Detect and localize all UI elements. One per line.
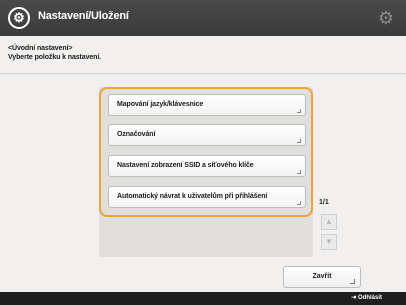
page-counter: 1/1 xyxy=(319,199,329,206)
logout-button[interactable]: ⇥ Odhlásit xyxy=(351,294,382,301)
scroll-up-button[interactable]: ▲ xyxy=(321,214,337,230)
logout-icon: ⇥ xyxy=(351,295,358,301)
corner-mark-icon xyxy=(297,109,301,113)
corner-mark-icon xyxy=(297,201,301,205)
corner-mark-icon xyxy=(350,279,355,284)
gear-icon[interactable]: ⚙ xyxy=(376,8,396,28)
breadcrumb: <Úvodní nastavení> Vyberte položku k nas… xyxy=(8,44,101,62)
list-item-keyboard-mapping[interactable]: Mapování jazyk/klávesnice xyxy=(108,94,306,116)
settings-circle-icon: ⚙ xyxy=(8,7,30,29)
divider xyxy=(0,73,406,74)
list-item-ssid-display[interactable]: Nastavení zobrazení SSID a síťového klíč… xyxy=(108,155,306,177)
list-item-label: Nastavení zobrazení SSID a síťového klíč… xyxy=(117,162,254,169)
scroll-down-button[interactable]: ▼ xyxy=(321,234,337,250)
triangle-up-icon: ▲ xyxy=(325,217,333,226)
title-bar: ⚙ Nastavení/Uložení ⚙ xyxy=(0,0,406,36)
corner-mark-icon xyxy=(297,139,301,143)
breadcrumb-instruction: Vyberte položku k nastavení. xyxy=(8,54,102,61)
list-item-label: Mapování jazyk/klávesnice xyxy=(117,101,204,108)
main-content: <Úvodní nastavení> Vyberte položku k nas… xyxy=(0,36,406,292)
list-item-marking[interactable]: Označování xyxy=(108,124,306,146)
close-button[interactable]: Zavřít xyxy=(283,266,361,288)
status-bar: ⇥ Odhlásit xyxy=(0,292,406,305)
breadcrumb-path: <Úvodní nastavení> xyxy=(8,45,73,52)
close-button-label: Zavřít xyxy=(312,273,332,280)
list-item-label: Označování xyxy=(117,131,156,138)
page-title: Nastavení/Uložení xyxy=(38,10,129,22)
logout-label: Odhlásit xyxy=(357,295,382,301)
list-item-label: Automatický návrat k uživatelům při přih… xyxy=(117,193,268,200)
list-item-auto-return[interactable]: Automatický návrat k uživatelům při přih… xyxy=(108,186,306,208)
triangle-down-icon: ▼ xyxy=(325,237,333,246)
corner-mark-icon xyxy=(297,170,301,174)
